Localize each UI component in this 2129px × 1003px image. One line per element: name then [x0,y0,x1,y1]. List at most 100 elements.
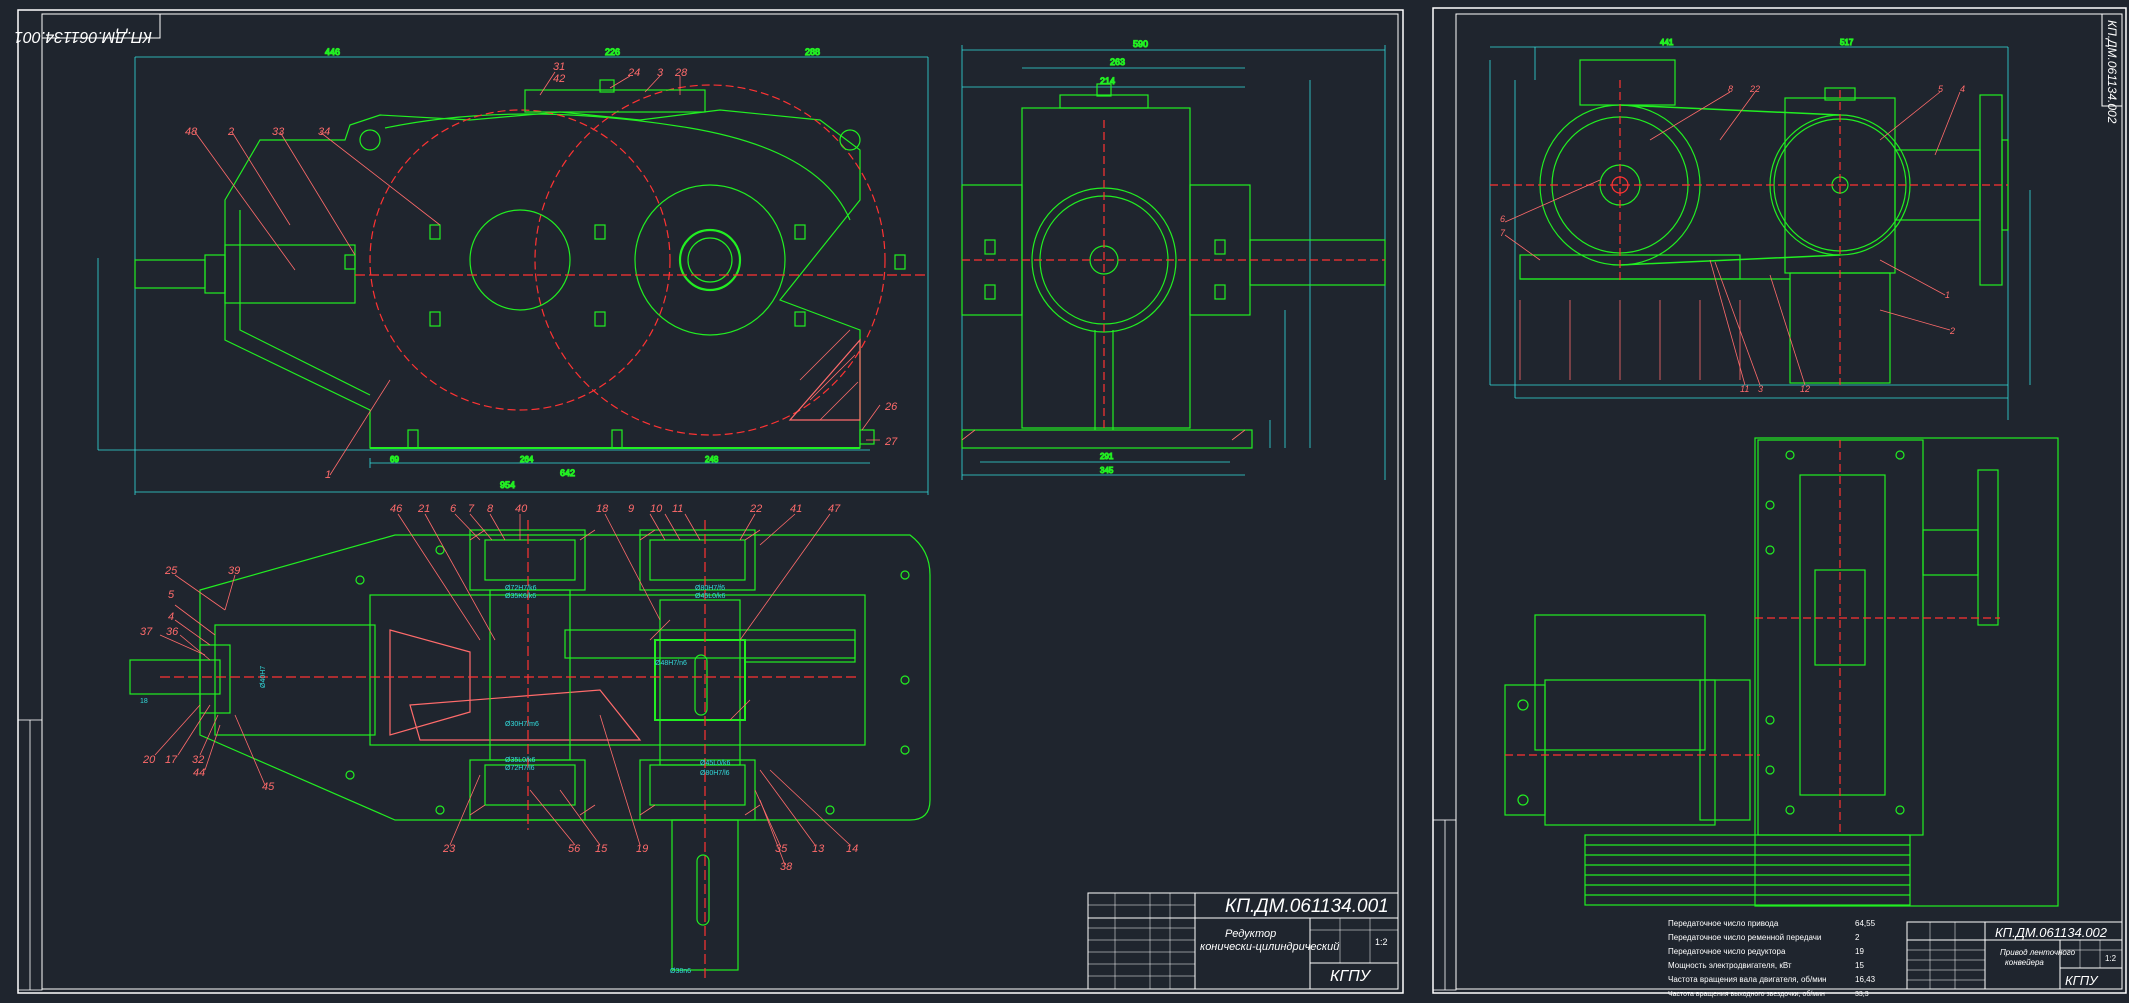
callout-21: 21 [417,503,430,515]
sheet-2-stamp-org: КГПУ [2065,973,2099,988]
callout-10: 10 [650,503,663,515]
dim-side-345: 345 [1100,466,1114,475]
callout-18: 18 [596,503,609,515]
dim-front-base3: 248 [705,455,719,464]
callout-40: 40 [515,503,528,515]
callout-19: 19 [636,843,648,855]
drive-callout-2: 2 [1949,326,1955,336]
callout-42: 42 [553,73,565,85]
drive-callout-6: 6 [1500,214,1505,224]
svg-text:18: 18 [140,698,148,705]
svg-text:Ø72H7/l6: Ø72H7/l6 [505,765,535,772]
callout-28: 28 [674,67,688,79]
spec-value-3: 15 [1855,961,1864,970]
dim-front-mid: 226 [605,47,620,57]
drive-callout-7: 7 [1500,228,1506,238]
dim-front-overall-width: 954 [500,480,515,490]
callout-14: 14 [846,843,858,855]
callout-31: 31 [553,61,565,73]
dim-front-right: 288 [805,47,820,57]
reducer-side-view: 590 263 214 291 345 [961,38,1386,480]
drive-callout-5: 5 [1938,84,1944,94]
dim-front-642: 642 [560,468,575,478]
callout-6: 6 [450,503,457,515]
sheet-1-rotated-code: КП.ДМ.061134.001 [14,28,152,45]
svg-text:Ø38n6: Ø38n6 [670,968,691,975]
spec-value-5: 33,3 [1855,991,1869,998]
sheet-1-side-strip [17,719,43,991]
dim-front-left: 446 [325,47,340,57]
callout-45: 45 [262,781,275,793]
callout-22: 22 [749,503,762,515]
callout-26: 26 [884,401,898,413]
spec-label-1: Передаточное число ременной передачи [1668,933,1821,942]
sheet-2-rotated-code: КП.ДМ.061134.002 [2105,20,2119,124]
callout-5: 5 [168,589,175,601]
spec-value-2: 19 [1855,947,1864,956]
callout-37: 37 [140,626,153,638]
spec-label-5: Частота вращения выходного звездочки, об… [1668,990,1825,998]
svg-text:Ø35K6/k6: Ø35K6/k6 [505,593,536,600]
callout-25: 25 [164,565,178,577]
callout-15: 15 [595,843,608,855]
sheet-1-outer-frame [17,9,1404,994]
svg-text:Ø45L0/k6: Ø45L0/k6 [695,593,725,600]
callout-47: 47 [828,503,841,515]
drive-side-view: 441 5 1 7 [1489,37,2031,420]
svg-text:Ø72H7/k6: Ø72H7/k6 [505,585,537,592]
svg-text:Ø30H7/m6: Ø30H7/m6 [505,721,539,728]
spec-value-4: 16,43 [1855,975,1876,984]
sheet-1-stamp-code: КП.ДМ.061134.001 [1225,896,1389,917]
callout-3: 3 [657,67,664,79]
dim-side-291: 291 [1100,452,1114,461]
spec-value-1: 2 [1855,933,1860,942]
sheet-1-stamp-title-2: конически-цилиндрический [1200,941,1339,953]
callout-7: 7 [468,503,475,515]
callout-38: 38 [780,861,793,873]
drive-callout-8: 8 [1728,84,1733,94]
drive-callout-3: 3 [1758,384,1763,394]
plan-labels: 46 21 6 7 8 40 18 9 10 11 22 41 47 25 39… [140,503,858,873]
dim-front-base2: 264 [520,455,534,464]
svg-text:Ø40H7: Ø40H7 [260,666,267,688]
reducer-front-view: 954 642 446 226 288 69 264 248 [97,46,929,495]
svg-text:Ø48H7/n6: Ø48H7/n6 [655,660,687,667]
callout-2: 2 [227,126,234,138]
callout-39: 39 [228,565,240,577]
sheet-1: КП.ДМ.061134.001 954 642 446 226 288 69 … [14,9,1404,994]
svg-text:Ø35L0/k6: Ø35L0/k6 [505,757,535,764]
svg-text:Ø80H7/l6: Ø80H7/l6 [700,770,730,777]
callout-24: 24 [627,67,640,79]
spec-label-4: Частота вращения вала двигателя, об/мин [1668,975,1827,984]
sheet-1-stamp-scale: 1:2 [1375,937,1388,947]
callout-9: 9 [628,503,634,515]
dim-drive-441: 441 [1660,38,1674,47]
front-view-leaders [194,71,881,476]
drawing-canvas: КП.ДМ.061134.001 954 642 446 226 288 69 … [14,7,2127,998]
sheet-2-side-strip [1432,819,1457,991]
sheet-2-code-box: КП.ДМ.061134.002 [2101,13,2123,124]
sheet-1-stamp-org: КГПУ [1330,968,1372,985]
drive-plan-view [1504,437,2059,907]
callout-32: 32 [192,754,204,766]
callout-46: 46 [390,503,403,515]
dim-side-590: 590 [1133,39,1148,49]
drive-callout-4: 4 [1960,84,1965,94]
sheet-2-inner-frame [1455,13,2123,990]
callout-33: 33 [272,126,285,138]
callout-11: 11 [672,503,683,515]
sheet-2: КП.ДМ.061134.002 441 5 1 7 8 22 5 4 6 7 11… [1432,7,2127,998]
spec-label-3: Мощность электродвигателя, кВт [1668,961,1792,970]
sheet-2-stamp-title-2: конвейера [2005,958,2044,967]
drive-callout-12: 12 [1800,384,1810,394]
drive-specs: Передаточное число привода 64,55 Передат… [1668,919,1876,998]
callout-34: 34 [318,126,330,138]
callout-17: 17 [165,754,178,766]
callout-4: 4 [168,611,174,623]
sheet-2-stamp-code: КП.ДМ.061134.002 [1995,925,2108,940]
callout-1: 1 [325,469,331,481]
callout-27: 27 [884,436,898,448]
drive-callout-1: 1 [1945,290,1950,300]
callout-36: 36 [166,626,179,638]
dim-side-203: 263 [1110,57,1125,67]
